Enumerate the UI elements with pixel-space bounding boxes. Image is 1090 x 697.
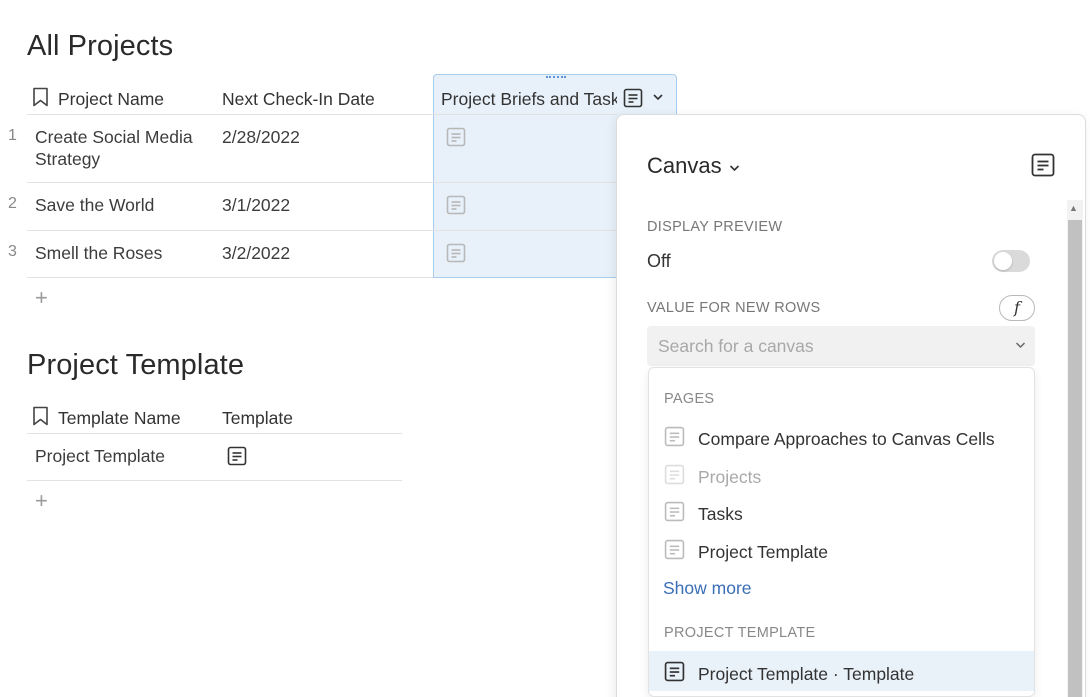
column-header-label: Template [222,407,294,428]
canvas-cell-icon[interactable] [227,446,247,466]
dropdown-item-template[interactable]: Project Template · Template [664,661,914,687]
row-divider [27,480,402,481]
column-header-label: Project Name [58,88,165,109]
chevron-down-icon [729,159,740,175]
page-icon [664,539,685,565]
dropdown-item-page[interactable]: Compare Approaches to Canvas Cells [664,426,995,452]
canvas-cell-icon[interactable] [446,127,466,147]
column-header-label: Next Check-In Date [222,88,375,109]
pages-section-label: PAGES [664,391,715,407]
column-drag-handle[interactable] [546,76,566,80]
bookmark-icon [32,406,49,431]
chevron-down-icon[interactable] [1015,337,1026,352]
canvas-column-icon [623,88,643,108]
toggle-knob [994,252,1012,270]
canvas-cell-icon[interactable] [446,243,466,263]
column-header-template[interactable]: Template [222,406,293,430]
value-for-new-rows-label: VALUE FOR NEW ROWS [647,300,821,316]
row-number: 2 [8,195,17,212]
row-divider [27,230,617,231]
column-type-label: Canvas [647,153,722,178]
canvas-type-icon [1031,153,1055,177]
canvas-search-dropdown [648,367,1035,697]
table-divider [27,433,402,434]
dropdown-item-page: Projects [664,464,761,490]
column-header-next-check-in[interactable]: Next Check-In Date [222,87,375,111]
dropdown-item-label: Compare Approaches to Canvas Cells [698,428,995,449]
dropdown-item-page[interactable]: Tasks [664,501,743,527]
page-icon [664,501,685,527]
row-number: 3 [8,243,17,260]
scroll-up-icon[interactable]: ▲ [1069,203,1078,213]
panel-scrollbar-thumb[interactable] [1068,220,1082,697]
row-number: 1 [8,127,17,144]
dropdown-item-label: Project Template [698,541,829,562]
display-preview-toggle[interactable] [992,250,1030,272]
dropdown-item-page[interactable]: Project Template [664,539,828,565]
dropdown-item-label: Project Template · Template [698,663,915,684]
add-row-button[interactable]: + [35,287,48,309]
column-header-project-briefs[interactable]: Project Briefs and Task [441,87,617,111]
column-type-selector[interactable]: Canvas [647,153,740,179]
check-in-date-cell[interactable]: 2/28/2022 [222,126,300,148]
project-name-line: Strategy [35,149,101,169]
column-header-template-name[interactable]: Template Name [32,406,181,430]
project-name-cell[interactable]: Create Social Media Strategy [35,126,193,170]
chevron-down-icon[interactable] [652,92,664,102]
all-projects-title: All Projects [27,30,174,62]
row-divider [27,182,617,183]
template-name-cell[interactable]: Project Template [35,445,165,467]
canvas-icon [664,661,685,687]
page-icon [664,426,685,452]
project-template-section-label: PROJECT TEMPLATE [664,625,816,641]
project-name-cell[interactable]: Smell the Roses [35,242,162,264]
check-in-date-cell[interactable]: 3/2/2022 [222,242,290,264]
display-preview-value: Off [647,251,671,271]
project-template-title: Project Template [27,349,245,381]
check-in-date-cell[interactable]: 3/1/2022 [222,194,290,216]
canvas-search-input[interactable] [647,326,1035,366]
canvas-cell-icon[interactable] [446,195,466,215]
table-divider [27,114,617,115]
page-icon [664,464,685,490]
project-name-cell[interactable]: Save the World [35,194,154,216]
display-preview-label: DISPLAY PREVIEW [647,219,783,235]
column-header-project-name[interactable]: Project Name [32,87,164,111]
row-divider [27,277,433,278]
project-name-line: Create Social Media [35,127,193,147]
show-more-link[interactable]: Show more [663,578,752,599]
bookmark-icon [32,87,49,112]
dropdown-item-label: Tasks [698,503,743,524]
add-row-button[interactable]: + [35,490,48,512]
column-header-label: Project Briefs and Task [441,88,617,109]
dropdown-item-label: Projects [698,466,762,487]
column-header-label: Template Name [58,407,181,428]
formula-button[interactable]: f [999,295,1035,321]
